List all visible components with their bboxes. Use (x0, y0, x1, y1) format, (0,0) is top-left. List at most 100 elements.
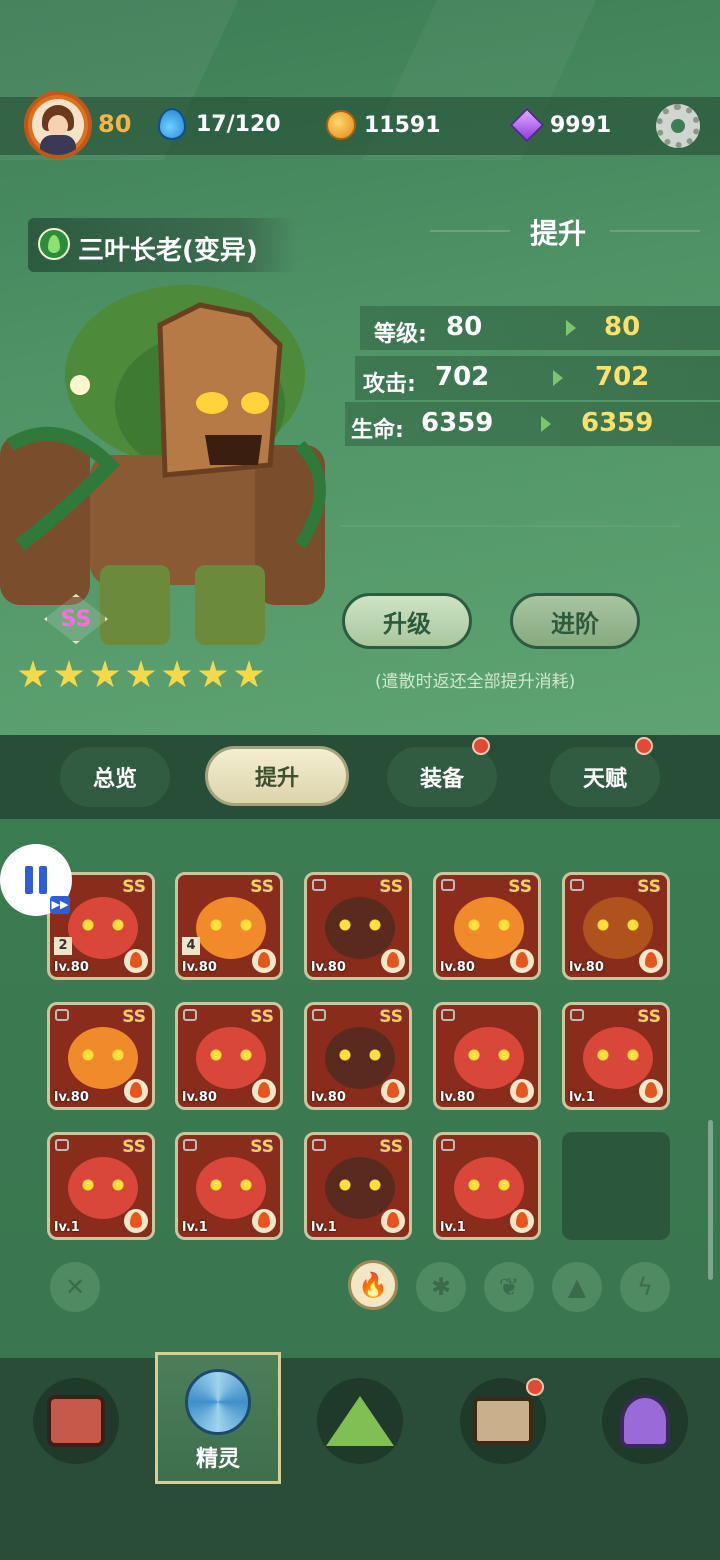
nav-spirit-button[interactable]: 精灵 (155, 1352, 281, 1484)
arrow-right-icon (566, 320, 576, 336)
stat-next: 80 (604, 312, 641, 342)
empty-roster-slot (562, 1132, 670, 1240)
pause-bar (25, 866, 33, 894)
card-level: lv.80 (311, 960, 346, 975)
monster-eyes (595, 1049, 641, 1061)
roster-card[interactable]: SS lv.80 (562, 872, 670, 980)
card-count: 4 (182, 937, 200, 955)
fire-element-icon (252, 1079, 276, 1103)
nav-spirit-label: 精灵 (195, 1447, 240, 1472)
fire-element-icon (124, 949, 148, 973)
roster-card[interactable]: SS lv.80 (304, 1002, 412, 1110)
roster-card[interactable]: lv.1 (433, 1132, 541, 1240)
close-filter-icon[interactable]: ✕ (50, 1262, 100, 1312)
card-level: lv.80 (311, 1090, 346, 1105)
roster-card[interactable]: SS lv.80 (433, 872, 541, 980)
nav-location-button[interactable] (602, 1378, 688, 1464)
lock-icon (312, 1139, 326, 1151)
mountain-icon (326, 1396, 394, 1446)
fire-element-icon (252, 949, 276, 973)
lightning-filter-icon[interactable]: ϟ (620, 1262, 670, 1312)
fire-filter-icon[interactable]: 🔥 (348, 1260, 398, 1310)
advance-button[interactable]: 进阶 (510, 593, 640, 649)
player-level: 80 (98, 110, 132, 138)
card-rarity: SS (122, 1007, 146, 1027)
notification-dot (635, 737, 653, 755)
dismiss-refund-note: (遣散时返还全部提升消耗) (375, 672, 576, 692)
fire-element-icon (124, 1079, 148, 1103)
card-level: lv.80 (440, 960, 475, 975)
tab-equipment[interactable]: 装备 (387, 747, 497, 807)
card-level: lv.1 (569, 1090, 595, 1105)
card-rarity: SS (637, 877, 661, 897)
lock-icon (570, 879, 584, 891)
card-level: lv.80 (54, 960, 89, 975)
tab-overview[interactable]: 总览 (60, 747, 170, 807)
notification-dot (472, 737, 490, 755)
card-level: lv.80 (182, 960, 217, 975)
settings-gear-icon[interactable] (656, 104, 700, 148)
hero-left-eye (196, 392, 228, 414)
monster-eyes (80, 919, 126, 931)
water-drop-icon (158, 108, 186, 140)
flower-filter-icon[interactable]: ✱ (416, 1262, 466, 1312)
avatar-portrait (32, 99, 84, 155)
upgrade-button[interactable]: 升级 (342, 593, 472, 649)
roster-card[interactable]: SS lv.80 (304, 872, 412, 980)
lock-icon (441, 879, 455, 891)
hero-right-leg (195, 565, 265, 645)
stat-label: 等级: (374, 322, 427, 347)
coin-counter: 11591 (326, 110, 441, 140)
stat-label: 生命: (351, 418, 404, 443)
fire-element-icon (381, 949, 405, 973)
roster-card[interactable]: SS lv.1 (562, 1002, 670, 1110)
notification-dot (526, 1378, 544, 1396)
lock-icon (570, 1009, 584, 1021)
roster-card[interactable]: SS lv.80 (47, 1002, 155, 1110)
tab-talent[interactable]: 天赋 (550, 747, 660, 807)
roster-card[interactable]: lv.80 (433, 1002, 541, 1110)
panel-divider (340, 525, 680, 527)
avatar-face (48, 115, 68, 137)
avatar-body (40, 135, 76, 155)
star-icon (234, 660, 264, 688)
tab-upgrade[interactable]: 提升 (205, 746, 349, 806)
monster-eyes (595, 919, 641, 931)
roster-card[interactable]: SS lv.1 (304, 1132, 412, 1240)
roster-scrollbar[interactable] (708, 1120, 713, 1280)
monster-eyes (208, 919, 254, 931)
card-rarity: SS (379, 877, 403, 897)
leaf-filter-icon[interactable]: ❦ (484, 1262, 534, 1312)
star-icon (54, 660, 84, 688)
fast-forward-icon[interactable]: ▶▶ (50, 896, 70, 914)
chest-icon (473, 1397, 533, 1445)
player-avatar[interactable] (24, 91, 92, 159)
hero-name: 三叶长老(变异) (78, 236, 258, 266)
card-rarity: SS (379, 1137, 403, 1157)
hero-left-leg (100, 565, 170, 645)
roster-card[interactable]: SS lv.80 (175, 1002, 283, 1110)
card-rarity: SS (637, 1007, 661, 1027)
nav-map-button[interactable] (317, 1378, 403, 1464)
roster-card[interactable]: SS 4 lv.80 (175, 872, 283, 980)
monster-eyes (208, 1179, 254, 1191)
stat-next: 6359 (581, 408, 654, 438)
coin-icon (326, 110, 356, 140)
star-icon (90, 660, 120, 688)
spirit-icon (185, 1369, 251, 1435)
lock-icon (55, 1009, 69, 1021)
nav-tablet-button[interactable] (33, 1378, 119, 1464)
stat-current: 80 (446, 312, 483, 342)
roster-card[interactable]: SS lv.1 (175, 1132, 283, 1240)
card-level: lv.80 (569, 960, 604, 975)
stat-row-health: 生命: 6359 6359 (345, 402, 720, 446)
fire-element-icon (639, 949, 663, 973)
fire-element-icon (639, 1079, 663, 1103)
rock-filter-icon[interactable]: ▲ (552, 1262, 602, 1312)
card-level: lv.80 (440, 1090, 475, 1105)
roster-card[interactable]: SS lv.1 (47, 1132, 155, 1240)
monster-eyes (337, 1179, 383, 1191)
fire-element-icon (510, 1079, 534, 1103)
card-rarity: SS (250, 1007, 274, 1027)
stat-label: 攻击: (363, 372, 416, 397)
